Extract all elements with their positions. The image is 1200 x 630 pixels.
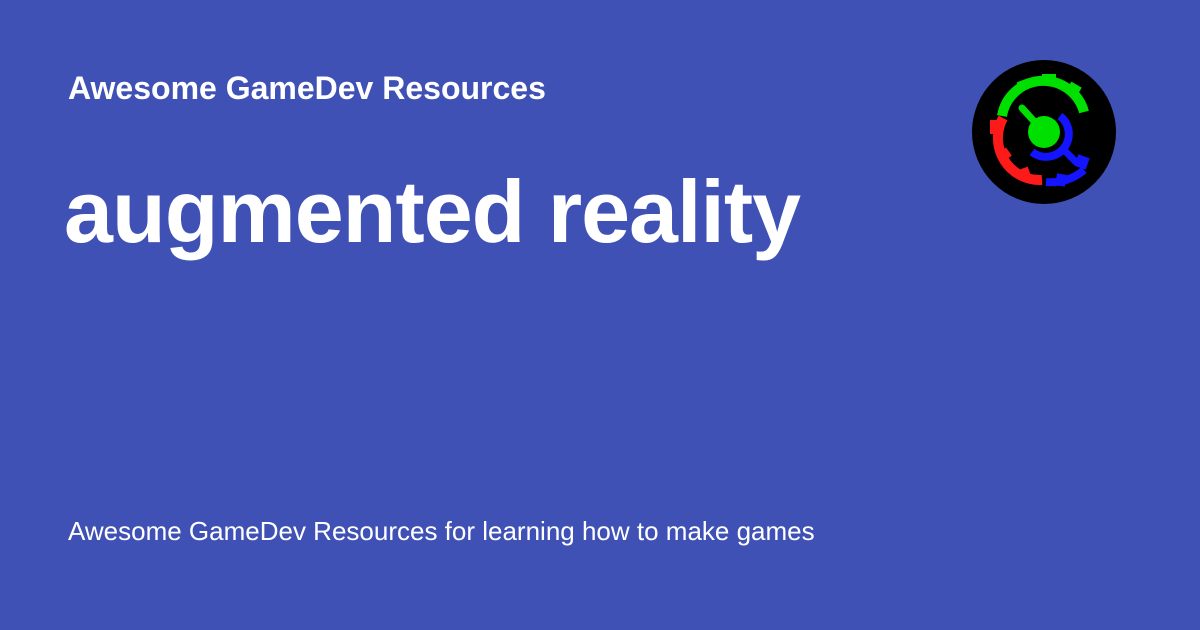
- page-description: Awesome GameDev Resources for learning h…: [68, 516, 815, 546]
- page-title: augmented reality: [64, 162, 801, 261]
- site-name: Awesome GameDev Resources: [68, 70, 546, 106]
- social-card: { "site": { "name": "Awesome GameDev Res…: [0, 0, 1200, 630]
- gear-logo-icon: [972, 60, 1116, 204]
